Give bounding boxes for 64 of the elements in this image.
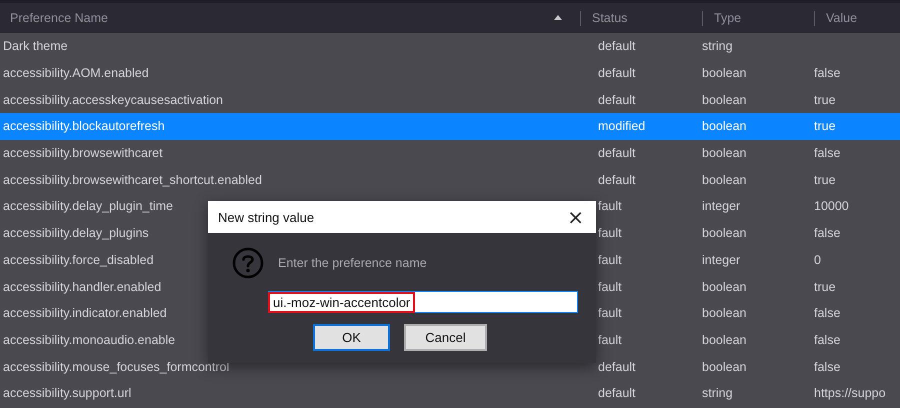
table-cell[interactable]: accessibility.force_disabled: [3, 252, 154, 267]
table-cell: default: [598, 360, 636, 374]
table-cell: default: [598, 386, 636, 400]
table-cell: false: [814, 66, 840, 80]
table-cell: fault: [598, 280, 622, 294]
table-cell: string: [702, 39, 733, 54]
table-cell: 10000: [814, 199, 849, 214]
table-cell: fault: [598, 226, 622, 240]
table-cell: 0: [814, 252, 821, 267]
table-cell[interactable]: accessibility.support.url: [3, 386, 132, 400]
table-cell[interactable]: accessibility.indicator.enabled: [3, 306, 167, 320]
column-header[interactable]: Value: [826, 11, 858, 25]
table-cell: fault: [598, 252, 622, 267]
close-button[interactable]: ×: [563, 205, 588, 229]
table-cell: true: [814, 280, 836, 294]
table-cell[interactable]: accessibility.browsewithcaret_shortcut.enabled: [3, 172, 262, 187]
ok-button[interactable]: OK: [313, 324, 390, 351]
table-cell: boolean: [702, 146, 746, 160]
table-cell[interactable]: accessibility.mouse_focuses_formcontrol: [3, 360, 230, 374]
cancel-button[interactable]: Cancel: [404, 324, 487, 351]
table-cell[interactable]: accessibility.monoaudio.enable: [3, 332, 176, 347]
text-field[interactable]: ui.-moz-win-accentcolor: [268, 291, 578, 313]
table-cell: boolean: [702, 280, 746, 294]
table-cell: false: [814, 360, 840, 374]
table-cell: fault: [598, 332, 622, 347]
table-cell: boolean: [702, 66, 746, 80]
table-cell: true: [814, 172, 836, 187]
table-cell: integer: [702, 199, 740, 214]
prompt-text: Enter the preference name: [278, 256, 427, 270]
table-cell[interactable]: accessibility.delay_plugins: [3, 226, 149, 240]
question-icon: [232, 247, 264, 279]
table-cell: false: [814, 306, 840, 320]
table-cell: boolean: [702, 332, 746, 347]
table-cell: default: [598, 146, 636, 160]
selected-row[interactable]: accessibility.blockautorefresh modified boolean true: [0, 113, 900, 140]
table-cell[interactable]: Dark theme: [3, 39, 68, 54]
table-cell: boolean: [702, 172, 746, 187]
table-cell: https://suppo: [814, 386, 886, 400]
table-cell[interactable]: accessibility.accesskeycausesactivation: [3, 92, 224, 107]
table-cell[interactable]: accessibility.handler.enabled: [3, 280, 162, 294]
table-cell[interactable]: accessibility.browsewithcaret: [3, 146, 163, 160]
table-cell: fault: [598, 199, 622, 214]
table-cell: default: [598, 172, 636, 187]
table-cell: default: [598, 92, 636, 107]
table-cell: fault: [598, 306, 622, 320]
table-cell: false: [814, 332, 840, 347]
table-cell: boolean: [702, 306, 746, 320]
table-cell[interactable]: accessibility.delay_plugin_time: [3, 199, 173, 214]
field-value: ui.-moz-win-accentcolor: [268, 292, 416, 312]
table-cell: false: [814, 146, 840, 160]
dialog-title: New string value: [218, 210, 314, 224]
table-cell: integer: [702, 252, 740, 267]
table-cell: true: [814, 92, 836, 107]
table-cell: string: [702, 386, 733, 400]
table-cell: default: [598, 39, 636, 54]
table-cell: boolean: [702, 360, 746, 374]
column-header[interactable]: Preference Name: [10, 11, 108, 25]
column-header[interactable]: Status: [592, 11, 628, 25]
table-cell: boolean: [702, 92, 746, 107]
table-cell: default: [598, 66, 636, 80]
column-header[interactable]: Type: [714, 11, 742, 25]
table-cell: boolean: [702, 226, 746, 240]
table-cell: false: [814, 226, 840, 240]
table-cell[interactable]: accessibility.AOM.enabled: [3, 66, 149, 80]
